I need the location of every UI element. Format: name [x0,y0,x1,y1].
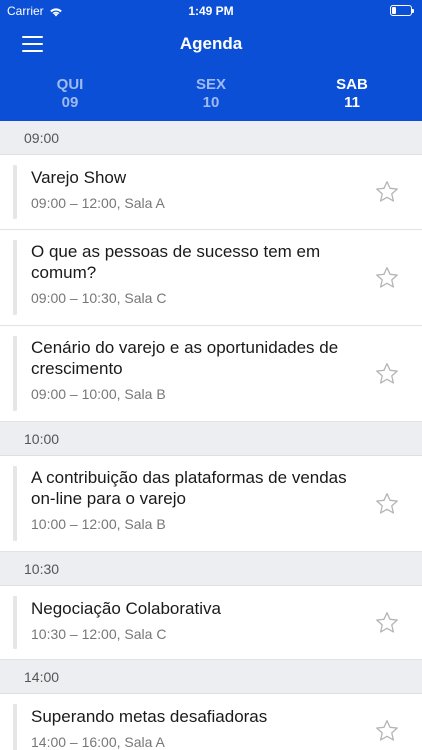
session-time: 09:00 – 10:30, [31,290,121,306]
favorite-star-icon[interactable] [374,491,400,517]
section-header: 14:00 [0,660,422,694]
item-accent-bar [13,466,17,541]
day-label: QUI [56,76,84,93]
list-item[interactable]: O que as pessoas de sucesso tem em comum… [0,230,422,326]
session-title: Varejo Show [31,168,127,187]
battery-fill [392,7,396,14]
session-room: Sala A [124,734,165,750]
session-meta: 09:00 – 10:00, Sala B [0,385,422,403]
battery-icon [390,5,414,16]
section-header: 09:00 [0,121,422,155]
session-room: Sala B [124,516,166,532]
list-item[interactable]: Superando metas desafiadoras 14:00 – 16:… [0,694,422,750]
list-item[interactable]: A contribuição das plataformas de vendas… [0,456,422,552]
battery-indicator [390,5,414,16]
tab-day-sex[interactable]: SEX 10 [171,76,251,112]
status-time: 1:49 PM [188,4,234,18]
day-label: SEX [195,76,226,93]
item-accent-bar [13,596,17,649]
session-meta: 14:00 – 16:00, Sala A [0,733,422,750]
list-item[interactable]: Negociação Colaborativa 10:30 – 12:00, S… [0,586,422,660]
list-item[interactable]: Cenário do varejo e as oportunidades de … [0,326,422,422]
status-bar: Carrier 1:49 PM [0,0,422,22]
session-title: Negociação Colaborativa [31,599,221,618]
nav-bar: Agenda [0,22,422,66]
tab-day-qui[interactable]: QUI 09 [30,76,110,112]
day-tabs: QUI 09 SEX 10 SAB 11 [0,76,422,118]
session-meta: 10:30 – 12:00, Sala C [0,625,422,643]
favorite-star-icon[interactable] [374,179,400,205]
favorite-star-icon[interactable] [374,610,400,636]
session-time: 10:30 – 12:00, [31,626,121,642]
session-meta: 09:00 – 10:30, Sala C [0,289,422,307]
day-date: 09 [61,94,79,111]
session-title: O que as pessoas de sucesso tem em comum… [31,242,321,282]
page-title: Agenda [179,34,243,53]
session-time: 09:00 – 10:00, [31,386,121,402]
session-time: 10:00 – 12:00, [31,516,121,532]
session-room: Sala A [124,195,165,211]
day-date: 10 [202,94,220,111]
session-room: Sala B [124,386,166,402]
session-room: Sala C [124,626,167,642]
item-accent-bar [13,165,17,219]
section-header: 10:00 [0,422,422,456]
item-accent-bar [13,336,17,411]
session-room: Sala C [124,290,167,306]
day-label: SAB [336,76,368,93]
item-accent-bar [13,240,17,315]
favorite-star-icon[interactable] [374,265,400,291]
session-title: Cenário do varejo e as oportunidades de … [31,338,339,378]
agenda-list[interactable]: 09:00 Varejo Show 09:00 – 12:00, Sala A … [0,121,422,750]
session-meta: 09:00 – 12:00, Sala A [0,194,422,212]
session-title: Superando metas desafiadoras [31,707,268,726]
session-title: A contribuição das plataformas de vendas… [31,468,347,508]
session-meta: 10:00 – 12:00, Sala B [0,515,422,533]
favorite-star-icon[interactable] [374,361,400,387]
section-header: 10:30 [0,552,422,586]
session-time: 14:00 – 16:00, [31,734,121,750]
list-item[interactable]: Varejo Show 09:00 – 12:00, Sala A [0,155,422,230]
app-header: Carrier 1:49 PM Agenda QUI 09 SEX 10 SAB… [0,0,422,121]
favorite-star-icon[interactable] [374,718,400,744]
session-time: 09:00 – 12:00, [31,195,121,211]
item-accent-bar [13,704,17,750]
day-date: 11 [344,94,360,111]
tab-day-sab[interactable]: SAB 11 [312,76,392,112]
